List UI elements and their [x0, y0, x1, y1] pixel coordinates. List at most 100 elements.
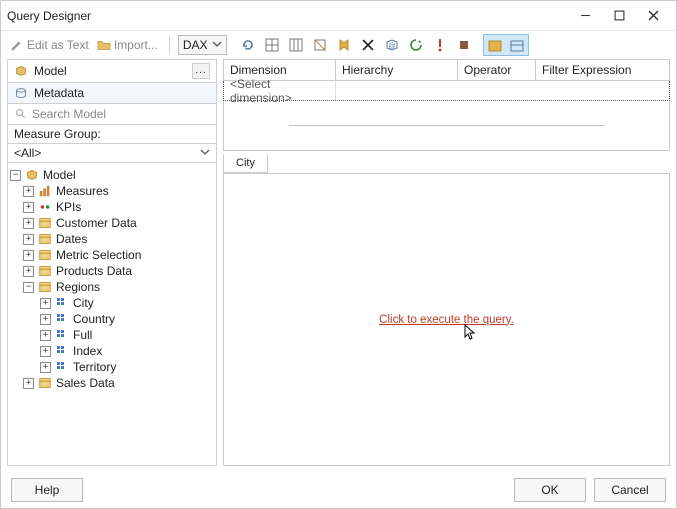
tree-item-country[interactable]: + Country — [10, 311, 214, 327]
svg-text:@: @ — [388, 43, 395, 50]
tree-item-index[interactable]: + Index — [10, 343, 214, 359]
cube-at-icon: @ — [384, 37, 400, 53]
tree-item-label: Metric Selection — [56, 248, 141, 262]
language-value: DAX — [183, 38, 208, 52]
tree-item-sales-data[interactable]: + Sales Data — [10, 375, 214, 391]
expand-icon[interactable]: + — [23, 234, 34, 245]
execute-button[interactable] — [429, 34, 451, 56]
tree-item-territory[interactable]: + Territory — [10, 359, 214, 375]
execute-query-link[interactable]: Click to execute the query. — [379, 314, 514, 326]
tree-item-kpis[interactable]: + KPIs — [10, 199, 214, 215]
edit-as-text-button[interactable]: Edit as Text — [7, 36, 92, 54]
tree-root[interactable]: − Model — [10, 167, 214, 183]
show-aggregations-button[interactable] — [333, 34, 355, 56]
tree-item-customer-data[interactable]: + Customer Data — [10, 215, 214, 231]
show-empty-cells-button[interactable] — [285, 34, 307, 56]
expand-icon[interactable]: + — [23, 266, 34, 277]
query-mode-button[interactable] — [506, 35, 528, 57]
tree-item-label: Country — [73, 312, 115, 326]
measure-group-label: Measure Group: — [7, 124, 217, 143]
expand-icon[interactable]: + — [40, 314, 51, 325]
stop-icon — [456, 37, 472, 53]
metadata-icon — [14, 86, 28, 100]
metadata-label: Metadata — [34, 86, 84, 100]
col-hierarchy[interactable]: Hierarchy — [336, 60, 458, 80]
splitter-zone[interactable] — [223, 101, 670, 151]
grid-icon — [288, 37, 304, 53]
cube-action-button[interactable]: @ — [381, 34, 403, 56]
column-icon — [55, 312, 69, 326]
import-label: Import... — [114, 38, 158, 52]
metadata-tab[interactable]: Metadata — [7, 82, 217, 103]
column-icon — [55, 296, 69, 310]
tree-item-measures[interactable]: + Measures — [10, 183, 214, 199]
tree-item-label: KPIs — [56, 200, 81, 214]
toggle-mdx-button[interactable] — [261, 34, 283, 56]
cancel-button[interactable]: Cancel — [594, 478, 666, 502]
help-button[interactable]: Help — [11, 478, 83, 502]
expand-icon[interactable]: + — [40, 346, 51, 357]
expand-icon[interactable]: + — [40, 298, 51, 309]
expand-icon[interactable]: + — [23, 202, 34, 213]
result-area: Click to execute the query. — [223, 173, 670, 466]
left-panel: Model ... Metadata Search Model Measure … — [7, 59, 217, 466]
expand-icon[interactable]: + — [23, 378, 34, 389]
delete-button[interactable] — [357, 34, 379, 56]
tree-item-label: Products Data — [56, 264, 132, 278]
tree-item-products-data[interactable]: + Products Data — [10, 263, 214, 279]
tree-item-dates[interactable]: + Dates — [10, 231, 214, 247]
refresh-fields-button[interactable] — [237, 34, 259, 56]
table-icon — [38, 264, 52, 278]
tree-item-regions[interactable]: − Regions — [10, 279, 214, 295]
tree-item-label: Territory — [73, 360, 116, 374]
language-dropdown[interactable]: DAX — [178, 35, 227, 55]
minimize-button[interactable] — [568, 5, 602, 27]
right-panel: Dimension Hierarchy Operator Filter Expr… — [223, 59, 670, 466]
import-button[interactable]: Import... — [94, 36, 161, 54]
cancel-query-button[interactable] — [453, 34, 475, 56]
tree-item-city[interactable]: + City — [10, 295, 214, 311]
select-dimension-cell[interactable]: <Select dimension> — [224, 81, 336, 100]
expand-icon[interactable]: + — [23, 218, 34, 229]
design-icon — [487, 38, 503, 54]
splitter-handle[interactable] — [289, 125, 605, 126]
col-operator[interactable]: Operator — [458, 60, 536, 80]
model-picker-button[interactable]: ... — [192, 63, 210, 79]
collapse-icon[interactable]: − — [10, 170, 21, 181]
kpi-icon — [38, 200, 52, 214]
toolbar: Edit as Text Import... DAX @ — [1, 31, 676, 59]
pencil-icon — [10, 38, 24, 52]
table-icon — [38, 280, 52, 294]
titlebar: Query Designer — [1, 1, 676, 31]
auto-execute-button[interactable] — [309, 34, 331, 56]
metadata-tree[interactable]: − Model + Measures + KPIs + — [7, 162, 217, 466]
design-mode-button[interactable] — [484, 35, 506, 57]
ok-button[interactable]: OK — [514, 478, 586, 502]
refresh-button[interactable] — [405, 34, 427, 56]
expand-icon[interactable]: + — [23, 250, 34, 261]
content-area: Model ... Metadata Search Model Measure … — [1, 59, 676, 472]
tree-item-label: Regions — [56, 280, 100, 294]
filter-grid-row[interactable]: <Select dimension> — [223, 81, 670, 101]
table-icon — [38, 232, 52, 246]
tree-root-label: Model — [43, 168, 76, 182]
close-button[interactable] — [636, 5, 670, 27]
edit-as-text-label: Edit as Text — [27, 38, 89, 52]
col-filter-expression[interactable]: Filter Expression — [536, 60, 669, 80]
result-tabstrip: City — [223, 151, 670, 173]
expand-icon[interactable]: + — [23, 186, 34, 197]
table-icon — [38, 248, 52, 262]
result-tab-city[interactable]: City — [223, 154, 268, 173]
expand-icon[interactable]: + — [40, 362, 51, 373]
measure-group-value: <All> — [14, 146, 41, 160]
tree-item-metric-selection[interactable]: + Metric Selection — [10, 247, 214, 263]
measure-group-select[interactable]: <All> — [7, 143, 217, 162]
query-designer-window: Query Designer Edit as Text Import... DA… — [0, 0, 677, 509]
collapse-icon[interactable]: − — [23, 282, 34, 293]
query-mode-icon — [509, 38, 525, 54]
search-row[interactable]: Search Model — [7, 103, 217, 124]
expand-icon[interactable]: + — [40, 330, 51, 341]
maximize-button[interactable] — [602, 5, 636, 27]
tree-item-full[interactable]: + Full — [10, 327, 214, 343]
close-icon — [648, 10, 659, 21]
